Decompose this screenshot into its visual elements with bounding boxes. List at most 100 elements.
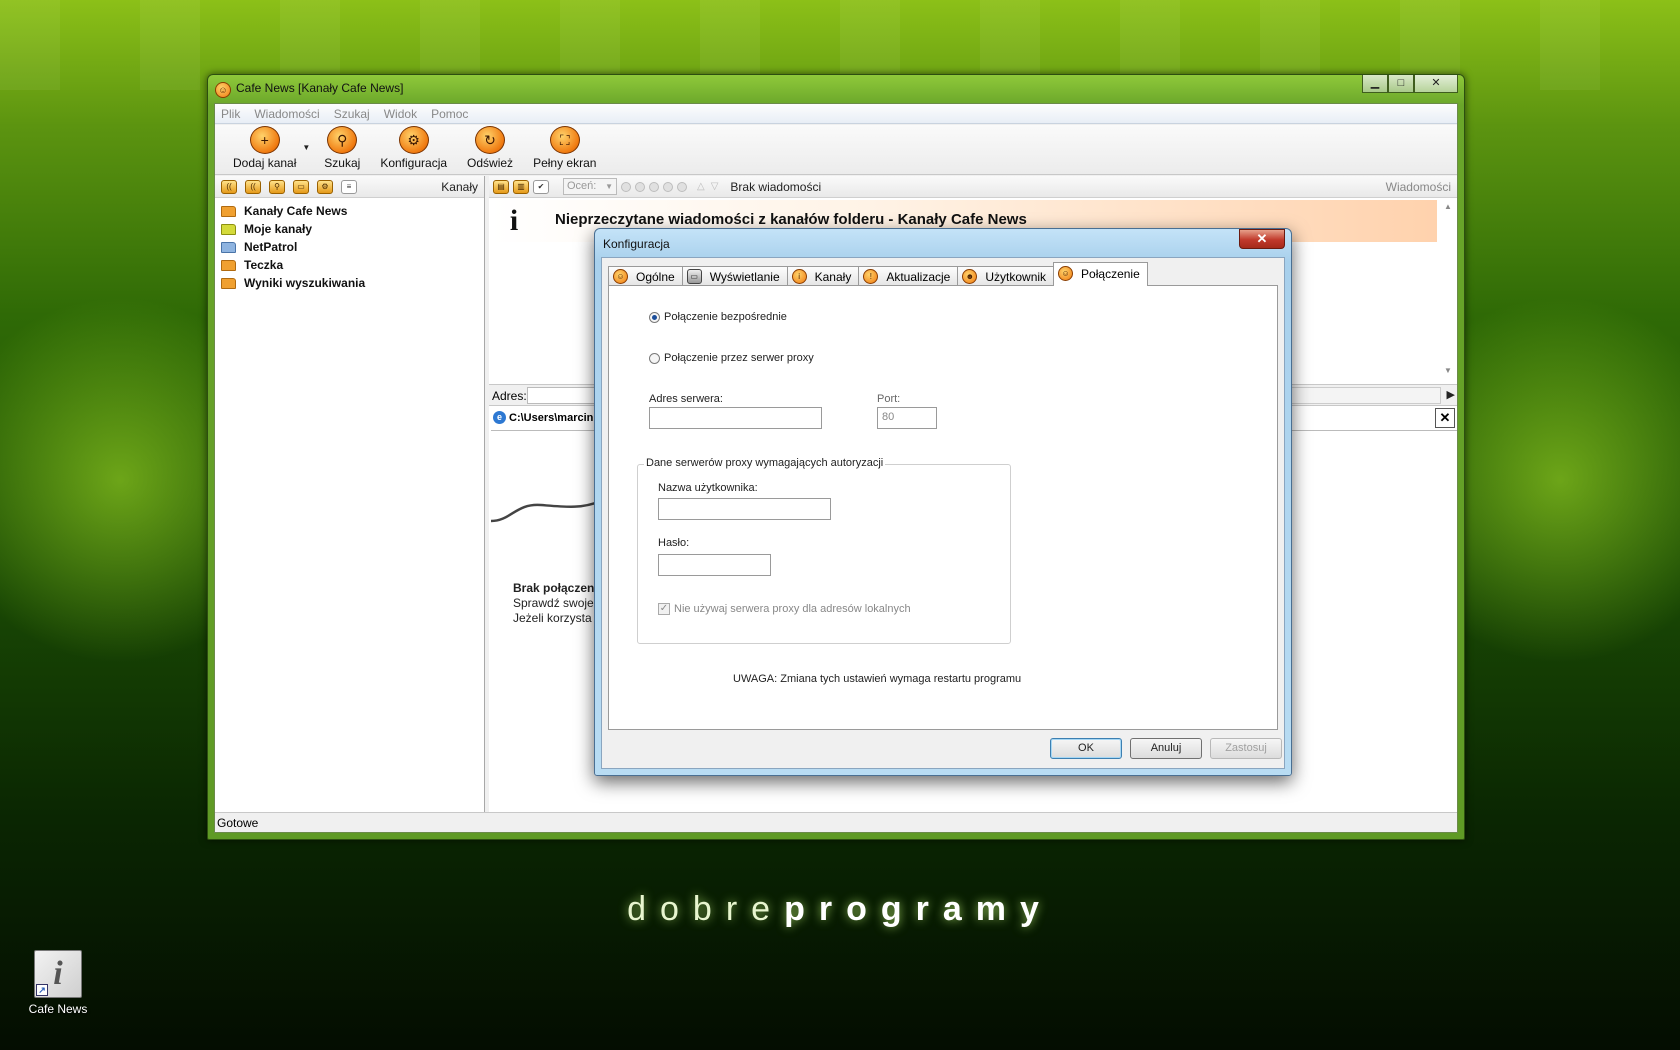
add-channel-dropdown-icon[interactable]: ▼: [302, 143, 310, 152]
channels-toolbar: (( (( ⚲ ▭ ⚙ ≡ Kanały: [215, 176, 484, 198]
tab-aktualizacje[interactable]: ! Aktualizacje: [858, 266, 959, 286]
prev-message-icon[interactable]: △: [697, 181, 705, 192]
config-button[interactable]: ⚙ Konfiguracja: [370, 126, 457, 174]
tab-uzytkownik[interactable]: ☻ Użytkownik: [957, 266, 1055, 286]
config-dialog: Konfiguracja ✕ ☺ Ogólne ▭ Wyświetlanie i…: [594, 228, 1292, 776]
folder-icon: [221, 241, 236, 253]
menu-widok[interactable]: Widok: [384, 107, 417, 121]
next-message-icon[interactable]: ▽: [711, 181, 719, 192]
search-in-dropdown[interactable]: [1285, 387, 1441, 404]
menu-pomoc[interactable]: Pomoc: [431, 107, 468, 121]
tab-wyswietlanie[interactable]: ▭ Wyświetlanie: [681, 266, 788, 286]
desktop-icon-label: Cafe News: [28, 1002, 88, 1016]
username-label: Nazwa użytkownika:: [658, 482, 758, 494]
ok-button[interactable]: OK: [1050, 738, 1122, 759]
dialog-close-button[interactable]: ✕: [1239, 229, 1285, 249]
proxy-label: Połączenie przez serwer proxy: [664, 352, 814, 364]
go-arrow-icon[interactable]: ▶: [1447, 388, 1455, 401]
no-proxy-local-checkbox[interactable]: ✓: [658, 603, 670, 615]
add-channel-button[interactable]: + Dodaj kanał: [223, 126, 306, 174]
rating-star-icon[interactable]: [621, 181, 631, 192]
messages-toolbar: ▤ ▥ ✔ Oceń: ▼ △ ▽ Brak wiadomości Wiadom…: [489, 176, 1457, 198]
config-label: Konfiguracja: [380, 156, 448, 170]
browser-line-2: Sprawdź swoje: [513, 596, 594, 610]
no-proxy-local-option[interactable]: ✓ Nie używaj serwera proxy dla adresów l…: [658, 603, 911, 615]
username-input[interactable]: [658, 498, 831, 520]
group-title: Dane serwerów proxy wymagających autoryz…: [644, 457, 886, 469]
desktop-icon-cafe-news[interactable]: i ↗ Cafe News: [22, 950, 94, 1016]
minimize-button[interactable]: ▁: [1362, 75, 1388, 93]
password-input[interactable]: [658, 554, 771, 576]
tab-polaczenie[interactable]: ☺ Połączenie: [1053, 262, 1148, 286]
tree-item-wyniki-wyszukiwania[interactable]: Wyniki wyszukiwania: [221, 274, 484, 292]
fullscreen-icon: ⛶: [549, 126, 580, 154]
scroll-down-icon[interactable]: ▼: [1441, 366, 1455, 375]
antenna-add-icon[interactable]: ((: [245, 179, 261, 194]
password-label: Hasło:: [658, 537, 690, 549]
tree-item-label: NetPatrol: [244, 240, 298, 254]
smiley-icon: ☺: [613, 269, 628, 284]
view-mode-icon[interactable]: ▤: [493, 179, 509, 194]
rating-star-icon[interactable]: [649, 181, 659, 192]
search-label: Szukaj: [324, 156, 361, 170]
tab-ogolne[interactable]: ☺ Ogólne: [608, 266, 683, 286]
port-input[interactable]: 80: [877, 407, 937, 429]
shortcut-arrow-icon: ↗: [36, 984, 48, 996]
menu-plik[interactable]: Plik: [221, 107, 240, 121]
fullscreen-button[interactable]: ⛶ Pełny ekran: [523, 126, 606, 174]
browser-message: Brak połączen Sprawdź swoje Jeżeli korzy…: [513, 581, 594, 626]
antenna-icon[interactable]: ((: [221, 179, 237, 194]
direct-label: Połączenie bezpośrednie: [664, 311, 787, 323]
browser-line-3: Jeżeli korzysta: [513, 611, 592, 625]
server-address-input[interactable]: [649, 407, 822, 429]
chevron-down-icon: ▼: [605, 182, 613, 191]
list-view-icon[interactable]: ▥: [513, 179, 529, 194]
connection-icon: ☺: [1058, 266, 1074, 281]
maximize-button[interactable]: □: [1388, 75, 1414, 93]
tree-item-kanaly-cafe-news[interactable]: Kanały Cafe News: [221, 202, 484, 220]
path-text: C:\Users\marcin: [509, 412, 594, 424]
rating-star-icon[interactable]: [663, 181, 673, 192]
cancel-button[interactable]: Anuluj: [1130, 738, 1202, 759]
server-label: Adres serwera:: [649, 393, 723, 405]
tab-label: Połączenie: [1081, 266, 1140, 281]
scroll-up-icon[interactable]: ▲: [1441, 202, 1455, 211]
titlebar[interactable]: ☺ Cafe News [Kanały Cafe News] ▁ □ ✕: [208, 75, 1464, 103]
direct-radio[interactable]: [649, 311, 660, 323]
tree-item-teczka[interactable]: Teczka: [221, 256, 484, 274]
close-button[interactable]: ✕: [1414, 75, 1458, 93]
search-button[interactable]: ⚲ Szukaj: [314, 126, 370, 174]
mark-read-icon[interactable]: ✔: [533, 179, 549, 194]
fullscreen-label: Pełny ekran: [533, 156, 597, 170]
apply-button[interactable]: Zastosuj: [1210, 738, 1282, 759]
address-label: Adres:: [492, 389, 527, 403]
rating-star-icon[interactable]: [677, 181, 687, 192]
proxy-connection-option[interactable]: Połączenie przez serwer proxy: [649, 352, 814, 364]
add-channel-icon: +: [249, 126, 280, 154]
menu-szukaj[interactable]: Szukaj: [334, 107, 370, 121]
tree-item-netpatrol[interactable]: NetPatrol: [221, 238, 484, 256]
signal-curve-icon: [491, 499, 601, 523]
tab-label: Aktualizacje: [886, 269, 951, 284]
tab-label: Wyświetlanie: [709, 269, 780, 284]
wallpaper-logo: dobreprogramy: [0, 890, 1680, 929]
rate-dropdown[interactable]: Oceń: ▼: [563, 178, 617, 195]
direct-connection-option[interactable]: Połączenie bezpośrednie: [649, 311, 787, 323]
browser-line-1: Brak połączen: [513, 581, 595, 595]
info-icon: i: [791, 269, 807, 284]
channel-search-icon[interactable]: ⚲: [269, 179, 285, 194]
close-tab-button[interactable]: ✕: [1435, 408, 1455, 428]
refresh-button[interactable]: ↻ Odśwież: [457, 126, 523, 174]
banner-text: Nieprzeczytane wiadomości z kanałów fold…: [555, 211, 1027, 228]
dialog-tabs: ☺ Ogólne ▭ Wyświetlanie i Kanały ! Aktua…: [608, 262, 1148, 286]
folder-icon[interactable]: ▭: [293, 179, 309, 194]
menu-wiadomosci[interactable]: Wiadomości: [254, 107, 319, 121]
tab-kanaly[interactable]: i Kanały: [786, 266, 860, 286]
channel-settings-icon[interactable]: ⚙: [317, 179, 333, 194]
tree-view-icon[interactable]: ≡: [341, 179, 357, 194]
proxy-radio[interactable]: [649, 352, 660, 364]
main-toolbar: + Dodaj kanał ▼ ⚲ Szukaj ⚙ Konfiguracja …: [215, 125, 1457, 175]
status-bar: Gotowe: [215, 812, 1457, 832]
tree-item-moje-kanaly[interactable]: Moje kanały: [221, 220, 484, 238]
rating-star-icon[interactable]: [635, 181, 645, 192]
